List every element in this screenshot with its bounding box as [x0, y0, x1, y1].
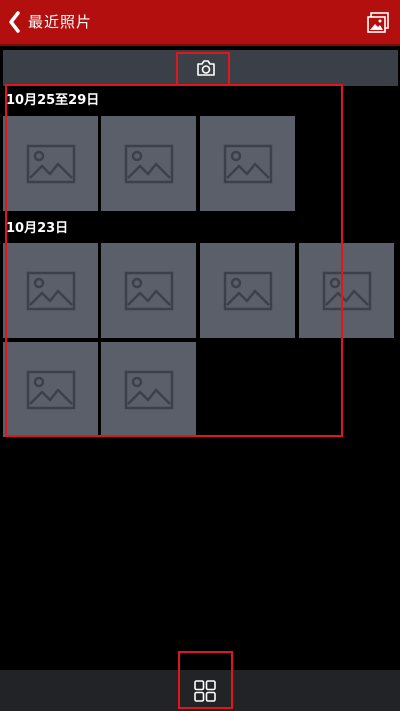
camera-button[interactable] — [180, 52, 232, 84]
photo-thumbnail[interactable] — [101, 243, 196, 338]
photo-thumbnail[interactable] — [3, 243, 98, 338]
page-title: 最近照片 — [28, 13, 93, 31]
back-button[interactable] — [6, 10, 22, 34]
section-date-2: 10月23日 — [6, 221, 69, 236]
image-placeholder-icon — [26, 370, 75, 409]
photo-thumbnail[interactable] — [101, 342, 196, 437]
image-placeholder-icon — [322, 271, 371, 310]
chevron-left-icon — [9, 11, 20, 33]
title-bar: 最近照片 — [0, 0, 400, 46]
bottom-toolbar — [0, 670, 400, 711]
camera-icon — [197, 60, 215, 76]
image-placeholder-icon — [26, 144, 75, 183]
gallery-icon — [367, 12, 389, 33]
image-placeholder-icon — [124, 144, 173, 183]
image-placeholder-icon — [124, 271, 173, 310]
photo-thumbnail[interactable] — [200, 243, 295, 338]
photo-thumbnail[interactable] — [200, 116, 295, 211]
image-placeholder-icon — [223, 144, 272, 183]
image-placeholder-icon — [26, 271, 75, 310]
photo-thumbnail[interactable] — [299, 243, 394, 338]
camera-bar — [3, 50, 398, 86]
app-root: 最近照片 10月25至29日 10月23日 — [0, 0, 400, 711]
grid-view-icon — [194, 679, 216, 702]
photo-thumbnail[interactable] — [3, 342, 98, 437]
gallery-button[interactable] — [366, 11, 390, 35]
image-placeholder-icon — [223, 271, 272, 310]
photo-thumbnail[interactable] — [101, 116, 196, 211]
section-date-1: 10月25至29日 — [6, 93, 100, 108]
photo-thumbnail[interactable] — [3, 116, 98, 211]
image-placeholder-icon — [124, 370, 173, 409]
grid-view-button[interactable] — [179, 670, 231, 711]
